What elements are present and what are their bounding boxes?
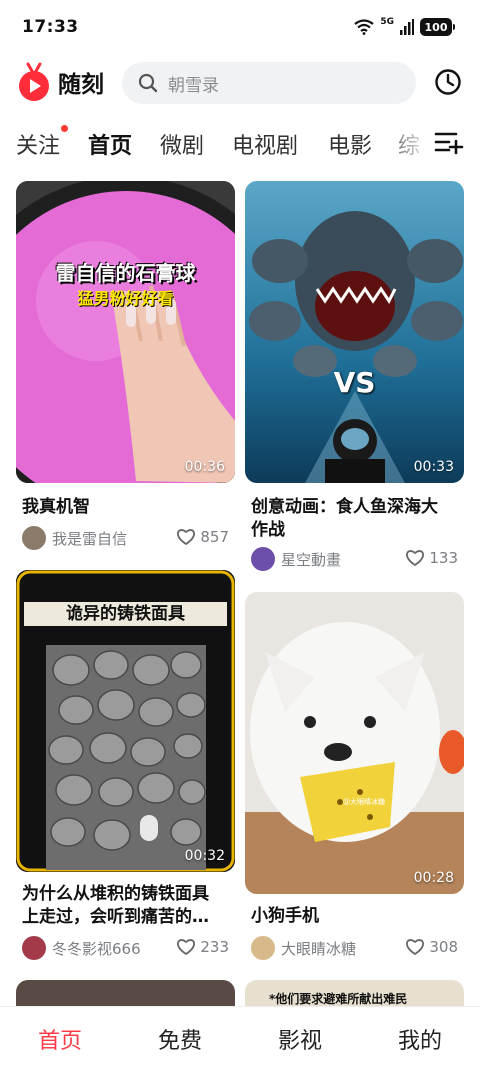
video-duration: 00:33	[413, 459, 454, 475]
tab-label: 电影	[328, 134, 373, 159]
overlay-subtitle: 猛男粉好好看	[77, 289, 174, 308]
wifi-icon	[354, 19, 375, 35]
video-title-line: 为什么从堆积的铸铁面具	[22, 884, 209, 904]
author-name: 大眼睛冰糖	[281, 939, 357, 958]
tab-movies[interactable]: 电影	[328, 128, 372, 160]
search-bar[interactable]: 朝雪录	[122, 62, 416, 104]
battery-level: 100	[424, 20, 448, 34]
like-count-value: 308	[429, 938, 458, 956]
tabs-fade	[380, 118, 430, 168]
status-time: 17:33	[22, 17, 79, 37]
author-avatar	[251, 936, 275, 960]
video-card[interactable]: VS 00:33 创意动画：食人鱼深海大 作战 星空動畫 133	[245, 181, 464, 571]
overlay-title: *他们要求避难所献出难民	[269, 992, 408, 1006]
video-title[interactable]: 小狗手机	[251, 905, 461, 928]
video-title-line: 作战	[251, 520, 285, 540]
video-title-line: 创意动画：食人鱼深海大	[251, 497, 438, 517]
app-logo[interactable]: 随刻	[16, 62, 104, 102]
video-title[interactable]: 我真机智	[22, 496, 232, 519]
author-info[interactable]: 大眼睛冰糖	[251, 936, 356, 960]
nav-home[interactable]: 首页	[0, 1023, 120, 1055]
video-thumbnail[interactable]: 雷自信的石膏球 猛男粉好好看 00:36	[16, 181, 235, 483]
video-duration: 00:28	[413, 870, 454, 886]
video-duration: 00:32	[184, 848, 225, 864]
video-title[interactable]: 创意动画：食人鱼深海大 作战	[251, 496, 466, 542]
like-count[interactable]: 857	[176, 528, 229, 546]
thumbnail-art	[16, 181, 235, 483]
like-count[interactable]: 308	[405, 938, 458, 956]
nav-me[interactable]: 我的	[360, 1023, 480, 1055]
top-bar: 随刻 朝雪录	[0, 56, 480, 112]
tab-home[interactable]: 首页	[88, 128, 133, 164]
like-count-value: 233	[200, 938, 229, 956]
video-thumbnail[interactable]: VS 00:33	[245, 181, 464, 483]
author-avatar	[251, 547, 275, 571]
status-bar: 17:33 5G 100	[0, 0, 480, 56]
tab-micro-drama[interactable]: 微剧	[160, 128, 204, 160]
bottom-navigation: 首页 免费 影视 我的	[0, 1006, 480, 1072]
status-icons: 5G 100	[354, 17, 455, 36]
author-name: 星空動畫	[281, 550, 342, 569]
video-thumbnail[interactable]: @大眼睛冰糖 00:28	[245, 592, 464, 894]
versus-label: VS	[333, 366, 376, 399]
app-name: 随刻	[58, 72, 104, 98]
search-icon	[138, 73, 158, 93]
heart-icon	[177, 529, 196, 546]
tab-follow[interactable]: 关注	[16, 125, 69, 160]
author-info[interactable]: 我是雷自信	[22, 526, 127, 550]
search-placeholder: 朝雪录	[168, 75, 219, 96]
tab-tv-series[interactable]: 电视剧	[232, 128, 298, 160]
like-count-value: 133	[429, 549, 458, 567]
signal-icon	[400, 19, 414, 35]
nav-film-tv[interactable]: 影视	[240, 1023, 360, 1055]
author-info[interactable]: 冬冬影视666	[22, 936, 141, 960]
thumbnail-art	[245, 592, 464, 894]
video-title-line: 上走过，会听到痛苦的…	[22, 907, 209, 927]
video-title[interactable]: 为什么从堆积的铸铁面具 上走过，会听到痛苦的…	[22, 883, 237, 929]
video-card[interactable]: 诡异的铸铁面具 00:32 为什么从堆积的铸铁面具 上走过，会听到痛苦的… 冬冬…	[16, 570, 235, 965]
overlay-title: 诡异的铸铁面具	[66, 604, 185, 624]
notification-dot	[61, 125, 69, 132]
channel-menu-icon[interactable]	[434, 130, 464, 156]
heart-icon	[406, 550, 425, 567]
app-logo-icon	[19, 62, 49, 101]
video-card[interactable]: 雷自信的石膏球 猛男粉好好看 00:36 我真机智 我是雷自信 857	[16, 181, 235, 556]
author-name: 冬冬影视666	[52, 939, 141, 958]
tab-label: 关注	[16, 134, 61, 159]
like-count[interactable]: 133	[405, 549, 458, 567]
author-avatar	[22, 936, 46, 960]
heart-icon	[177, 939, 196, 956]
author-info[interactable]: 星空動畫	[251, 547, 341, 571]
battery-icon: 100	[420, 18, 455, 36]
nav-free[interactable]: 免费	[120, 1023, 240, 1055]
tab-label: 首页	[88, 134, 133, 159]
history-clock-icon[interactable]	[434, 68, 462, 96]
video-thumbnail[interactable]: 诡异的铸铁面具 00:32	[16, 570, 235, 872]
thumbnail-art	[245, 181, 464, 483]
like-count-value: 857	[200, 528, 229, 546]
tab-label: 微剧	[160, 134, 205, 159]
author-avatar	[22, 526, 46, 550]
overlay-title: 雷自信的石膏球	[55, 261, 196, 285]
like-count[interactable]: 233	[176, 938, 229, 956]
video-duration: 00:36	[184, 459, 225, 475]
tab-label: 电视剧	[232, 134, 299, 159]
video-card[interactable]: @大眼睛冰糖 00:28 小狗手机 大眼睛冰糖 308	[245, 592, 464, 967]
author-name: 我是雷自信	[52, 529, 128, 548]
network-label: 5G	[380, 17, 394, 27]
heart-icon	[406, 939, 425, 956]
video-watermark: @大眼睛冰糖	[343, 798, 385, 806]
